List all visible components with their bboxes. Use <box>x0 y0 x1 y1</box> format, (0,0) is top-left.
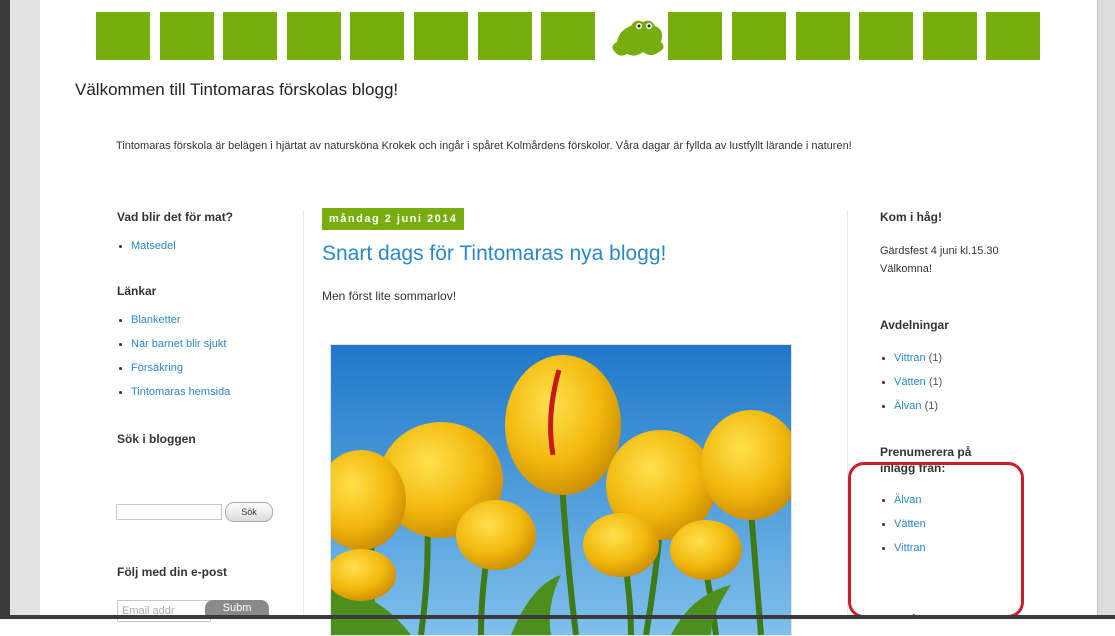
banner-square <box>223 12 277 60</box>
highlight-annotation <box>848 462 1024 618</box>
post-count: (1) <box>928 352 943 364</box>
tulips-image <box>331 345 791 635</box>
list-item: Tintomaras hemsida <box>117 380 287 404</box>
link-tintomaras-hemsida[interactable]: Tintomaras hemsida <box>131 386 230 398</box>
left-sidebar: Vad blir det för mat? Matsedel Länkar Bl… <box>117 210 287 579</box>
list-item: Vittran (1) <box>880 346 1010 370</box>
link-blanketter[interactable]: Blanketter <box>131 314 181 326</box>
banner-square <box>414 12 468 60</box>
post-count: (1) <box>928 376 943 388</box>
list-item: Vätten (1) <box>880 370 1010 394</box>
banner-square <box>96 12 150 60</box>
links-widget-title: Länkar <box>117 284 157 298</box>
window-frame-bottom <box>0 615 1115 619</box>
link-matsedel[interactable]: Matsedel <box>131 240 176 252</box>
banner-square <box>478 12 532 60</box>
tulips-photo <box>330 344 792 636</box>
departments-widget-title: Avdelningar <box>880 318 949 332</box>
remember-widget-title: Kom i håg! <box>880 210 942 224</box>
page-gutter-right <box>1098 0 1115 619</box>
blog-title: Välkommen till Tintomaras förskolas blog… <box>75 80 399 99</box>
banner-square <box>796 12 850 60</box>
list-item: När barnet blir sjukt <box>117 332 287 356</box>
list-item: Blanketter <box>117 308 287 332</box>
follow-widget-title: Följ med din e-post <box>117 565 227 579</box>
blog-description: Tintomaras förskola är belägen i hjärtat… <box>116 140 852 152</box>
page-gutter-left <box>10 0 40 619</box>
banner-square <box>287 12 341 60</box>
banner-square <box>541 12 595 60</box>
blog-post: måndag 2 juni 2014 Snart dags för Tintom… <box>322 208 792 636</box>
header-banner <box>96 12 1040 60</box>
post-date: måndag 2 juni 2014 <box>322 208 465 230</box>
banner-square <box>160 12 214 60</box>
banner-square <box>732 12 786 60</box>
post-title[interactable]: Snart dags för Tintomaras nya blogg! <box>322 242 792 266</box>
column-divider-left <box>303 210 304 619</box>
banner-square <box>859 12 913 60</box>
list-item: Försäkring <box>117 356 287 380</box>
link-nar-barnet-blir-sjukt[interactable]: När barnet blir sjukt <box>131 338 226 350</box>
remember-text: Gärdsfest 4 juni kl.15.30 Välkomna! <box>880 245 999 275</box>
links-list: Blanketter När barnet blir sjukt Försäkr… <box>117 308 287 404</box>
food-list: Matsedel <box>117 234 287 258</box>
link-vatten[interactable]: Vätten <box>894 376 926 388</box>
banner-square <box>923 12 977 60</box>
food-widget-title: Vad blir det för mat? <box>117 210 234 224</box>
link-alvan[interactable]: Älvan <box>894 400 922 412</box>
departments-list: Vittran (1) Vätten (1) Älvan (1) <box>880 346 1010 418</box>
banner-square <box>668 12 722 60</box>
link-forsakring[interactable]: Försäkring <box>131 362 183 374</box>
window-frame-left <box>0 0 10 619</box>
list-item: Matsedel <box>117 234 287 258</box>
search-button[interactable]: Sök <box>225 502 273 522</box>
banner-square <box>350 12 404 60</box>
banner-square <box>986 12 1040 60</box>
frog-logo <box>605 12 669 60</box>
post-body: Men först lite sommarlov! <box>322 289 457 303</box>
search-input[interactable] <box>116 504 222 520</box>
search-widget-title: Sök i bloggen <box>117 432 196 446</box>
link-vittran[interactable]: Vittran <box>894 352 926 364</box>
post-count: (1) <box>924 400 939 412</box>
list-item: Älvan (1) <box>880 394 1010 418</box>
